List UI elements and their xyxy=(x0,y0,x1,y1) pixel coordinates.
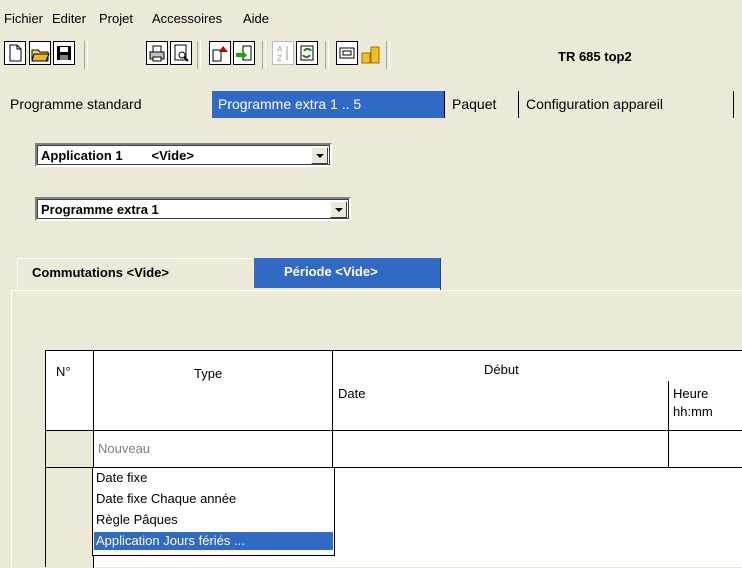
application-select-value: Application 1 <Vide> xyxy=(41,148,194,163)
menu-fichier[interactable]: Fichier xyxy=(4,11,43,26)
header-type: Type xyxy=(194,366,223,381)
toolbar-separator xyxy=(386,41,390,69)
toolbar-separator xyxy=(84,41,88,69)
menu-bar: Fichier Editer Projet Accessoires Aide xyxy=(0,0,742,36)
grid-line xyxy=(46,430,742,431)
toolbar-separator xyxy=(197,41,201,69)
device-label: TR 685 top2 xyxy=(558,49,632,64)
open-folder-icon[interactable] xyxy=(29,41,51,65)
new-row-type[interactable]: Nouveau xyxy=(98,441,150,456)
header-heure: Heure xyxy=(673,386,709,401)
tab-configuration-appareil[interactable]: Configuration appareil xyxy=(520,91,669,118)
application-select[interactable]: Application 1 <Vide> xyxy=(35,143,332,167)
tab-divider xyxy=(733,91,734,118)
option-application-jours-feries[interactable]: Application Jours fériés ... xyxy=(94,532,333,550)
menu-editer[interactable]: Editer xyxy=(52,11,86,26)
toolbar-separator xyxy=(262,41,266,69)
refresh-icon[interactable] xyxy=(296,41,318,65)
new-file-icon[interactable] xyxy=(4,41,26,65)
tab-divider xyxy=(444,91,445,118)
save-icon[interactable] xyxy=(53,41,75,65)
svg-text:Z: Z xyxy=(277,54,282,63)
print-preview-icon[interactable] xyxy=(170,41,192,65)
tab-divider xyxy=(518,91,519,118)
menu-accessoires[interactable]: Accessoires xyxy=(152,11,222,26)
header-date: Date xyxy=(338,386,366,401)
header-debut: Début xyxy=(484,362,519,377)
toolbar-separator xyxy=(325,41,329,69)
menu-projet[interactable]: Projet xyxy=(99,11,133,26)
option-date-fixe-chaque-annee[interactable]: Date fixe Chaque année xyxy=(96,490,236,508)
chevron-down-icon[interactable] xyxy=(330,201,347,218)
header-heure-format: hh:mm xyxy=(673,404,713,419)
row-number-cell xyxy=(46,468,93,568)
grid-line xyxy=(668,381,669,468)
tab-programme-standard[interactable]: Programme standard xyxy=(4,91,148,118)
menu-aide[interactable]: Aide xyxy=(243,11,269,26)
svg-text:A: A xyxy=(277,45,283,54)
option-date-fixe[interactable]: Date fixe xyxy=(96,469,147,487)
display-icon[interactable] xyxy=(336,41,358,65)
coins-icon[interactable] xyxy=(360,41,382,65)
grid-line xyxy=(332,351,333,468)
header-no: N° xyxy=(56,364,71,379)
sort-az-icon[interactable]: AZ xyxy=(272,41,294,65)
tab-periode[interactable]: Période <Vide> xyxy=(254,258,440,288)
tab-paquet[interactable]: Paquet xyxy=(446,91,502,118)
program-select-value: Programme extra 1 xyxy=(41,202,159,217)
row-number-cell xyxy=(46,431,93,467)
chevron-down-icon[interactable] xyxy=(311,147,328,164)
print-icon[interactable] xyxy=(146,41,168,65)
option-regle-paques[interactable]: Règle Pâques xyxy=(96,511,178,529)
upload-icon[interactable] xyxy=(209,41,231,65)
tab-programme-extra[interactable]: Programme extra 1 .. 5 xyxy=(212,91,444,118)
download-icon[interactable] xyxy=(233,41,255,65)
tab-commutations[interactable]: Commutations <Vide> xyxy=(17,258,254,288)
type-dropdown-list: Date fixe Date fixe Chaque année Règle P… xyxy=(92,467,335,556)
program-select[interactable]: Programme extra 1 xyxy=(35,197,351,221)
tab-edge xyxy=(440,258,441,290)
